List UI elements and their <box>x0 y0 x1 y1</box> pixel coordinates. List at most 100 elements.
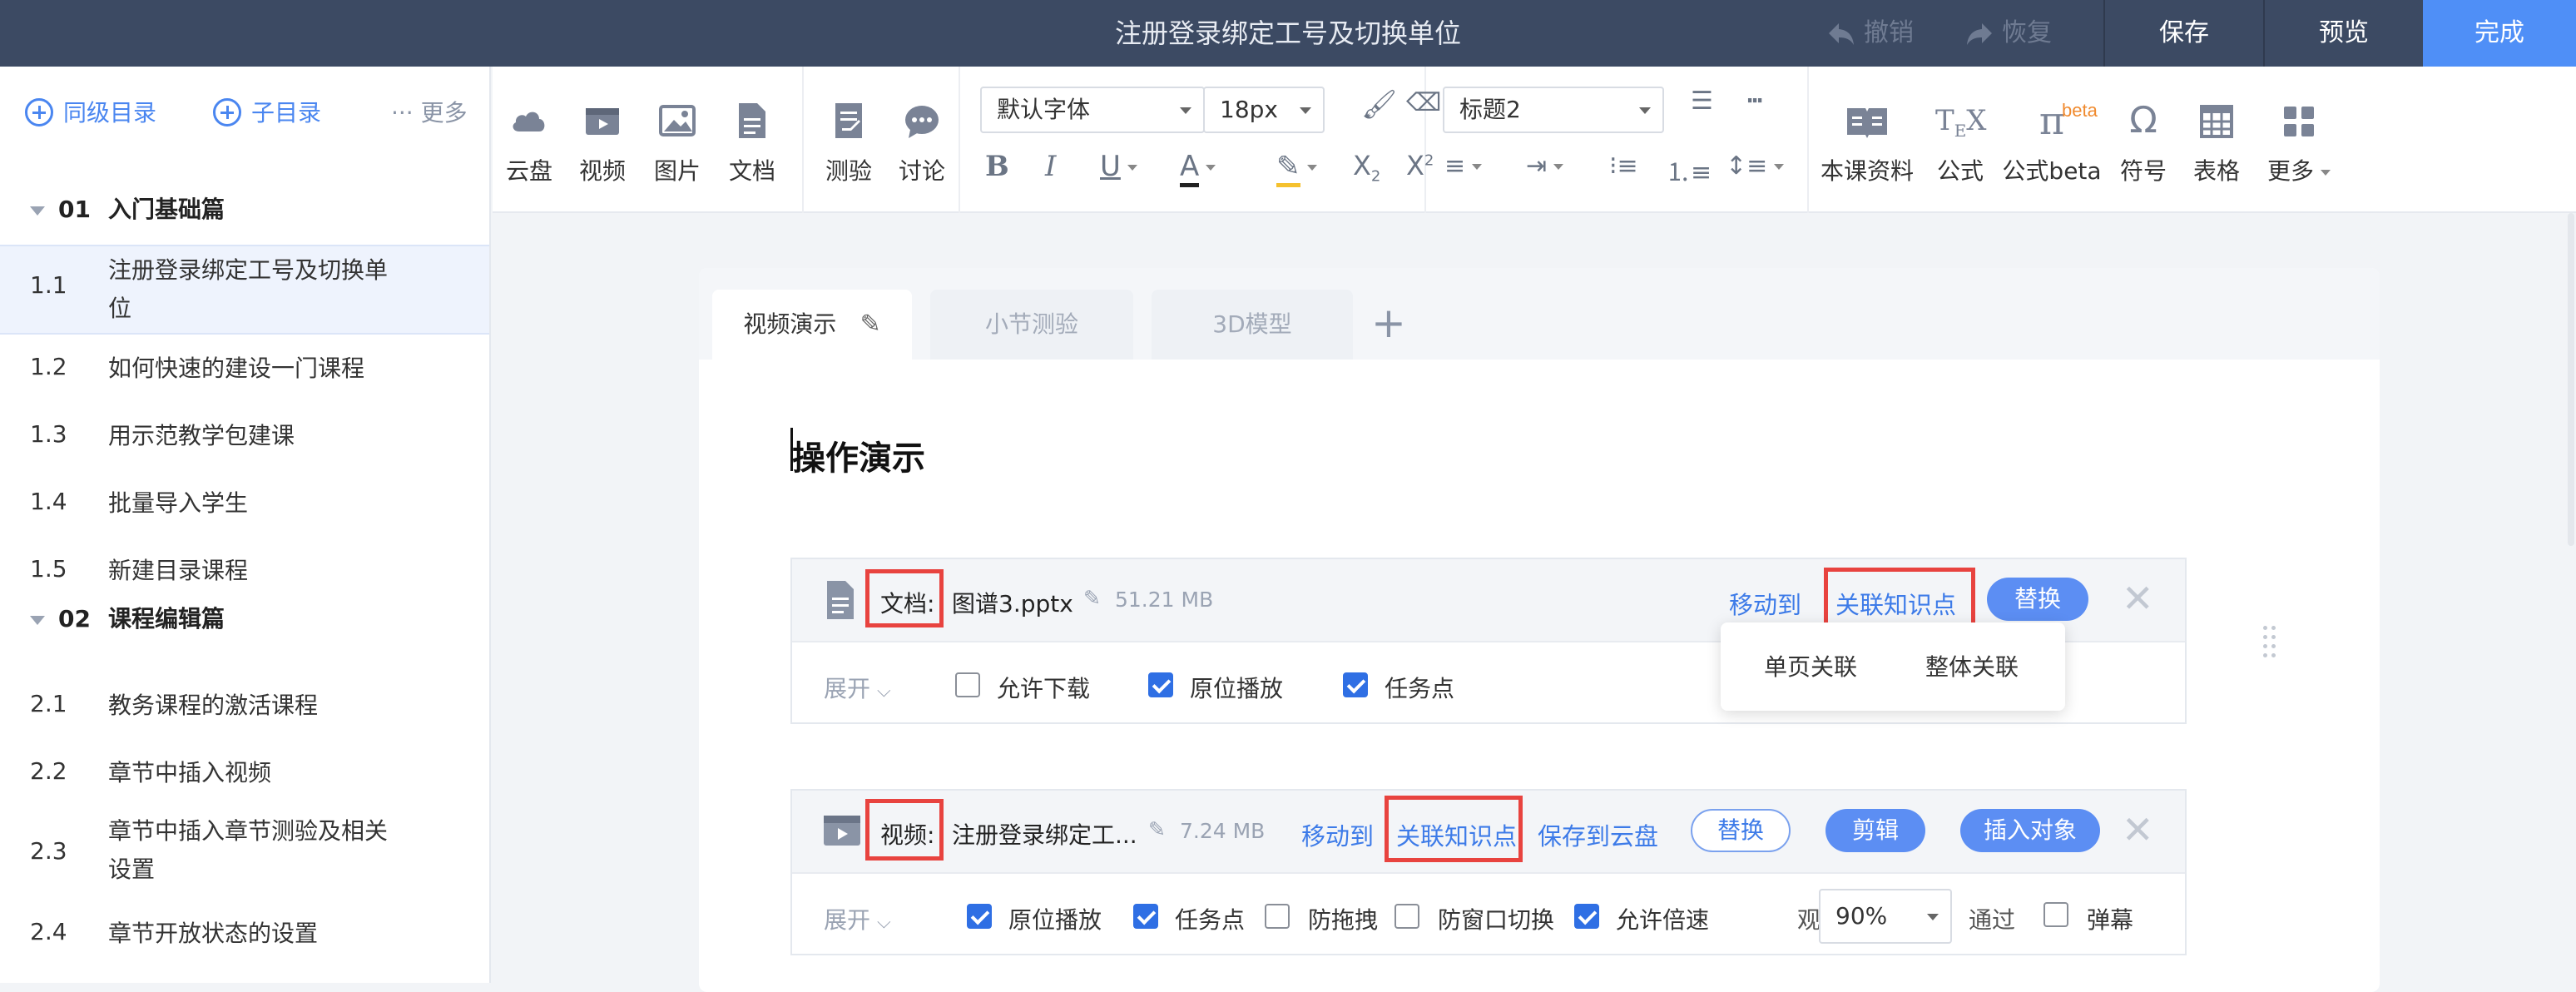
formula-button[interactable]: TEX 公式 <box>1935 100 1987 186</box>
anti-window-switch-checkbox[interactable] <box>1395 904 1419 929</box>
bold-icon[interactable]: B <box>985 150 1009 183</box>
bullet-list-icon[interactable]: ⁝≡ <box>1609 151 1638 181</box>
video-link-knowledge-point[interactable]: 关联知识点 <box>1396 817 1517 852</box>
section-02[interactable]: 02 课程编辑篇 <box>0 594 489 644</box>
plus-circle-icon <box>213 98 241 126</box>
font-size-select[interactable]: 18px <box>1203 87 1325 133</box>
video-button[interactable]: 视频 <box>577 100 627 186</box>
indent-icon[interactable]: ⇥ <box>1526 151 1564 181</box>
doc-button[interactable]: 文档 <box>727 100 777 186</box>
discuss-button[interactable]: 讨论 <box>897 100 947 186</box>
expand-label: 展开 <box>824 675 871 702</box>
numbered-list-icon[interactable]: ⒈≡ <box>1666 151 1712 188</box>
rename-pencil-icon[interactable]: ✎ <box>1148 817 1166 841</box>
page-scrollbar[interactable] <box>2568 213 2574 546</box>
insert-object-button[interactable]: 插入对象 <box>1960 809 2100 852</box>
chevron-down-icon <box>1127 165 1137 171</box>
plus-circle-icon <box>25 98 53 126</box>
add-child-label: 子目录 <box>251 99 322 126</box>
font-family-select[interactable]: 默认字体 <box>980 87 1205 133</box>
symbol-button[interactable]: Ω 符号 <box>2118 100 2168 186</box>
anti-drag-checkbox[interactable] <box>1265 904 1290 929</box>
inplace-play-checkbox[interactable] <box>1148 672 1173 697</box>
watch-percent-select[interactable]: 90% <box>1819 889 1952 944</box>
formula-label: 公式 <box>1936 157 1984 185</box>
sidebar-item-1-4[interactable]: 1.4 批量导入学生 <box>0 484 489 526</box>
table-button[interactable]: 表格 <box>2192 100 2242 186</box>
sidebar-item-2-2[interactable]: 2.2 章节中插入视频 <box>0 754 489 796</box>
save-to-cloud-link[interactable]: 保存到云盘 <box>1538 817 1658 852</box>
divider-icon[interactable]: ┅ <box>1747 87 1762 116</box>
course-materials-button[interactable]: 本课资料 <box>1819 100 1915 186</box>
allow-speed-checkbox[interactable] <box>1574 904 1599 929</box>
whole-link-option[interactable]: 整体关联 <box>1925 649 2019 682</box>
redo-button[interactable]: 恢复 <box>1965 0 2052 67</box>
add-tab-icon[interactable]: + <box>1371 300 1406 346</box>
underline-icon[interactable]: U <box>1100 150 1137 183</box>
task-point-checkbox[interactable] <box>1343 672 1368 697</box>
doc-replace-button[interactable]: 替换 <box>1987 578 2088 621</box>
rename-pencil-icon[interactable]: ✎ <box>1083 586 1101 610</box>
tab-section-quiz[interactable]: 小节测验 <box>930 290 1133 360</box>
sidebar-item-1-5[interactable]: 1.5 新建目录课程 <box>0 552 489 593</box>
more-tools-button[interactable]: 更多 <box>2261 100 2336 186</box>
video-move-to-link[interactable]: 移动到 <box>1301 817 1374 852</box>
add-child-dir-button[interactable]: 子目录 <box>213 97 321 130</box>
save-button[interactable]: 保存 <box>2103 0 2263 67</box>
sidebar-item-1-3[interactable]: 1.3 用示范教学包建课 <box>0 417 489 459</box>
doc-expand-toggle[interactable]: 展开 ⌵ <box>824 671 891 704</box>
font-color-icon[interactable]: A <box>1180 150 1216 187</box>
chevron-down-icon <box>1553 164 1564 170</box>
align-icon[interactable]: ≡ <box>1444 151 1483 181</box>
chevron-down-icon <box>1180 107 1191 114</box>
collapse-triangle-icon[interactable] <box>30 616 45 625</box>
done-button[interactable]: 完成 <box>2423 0 2576 67</box>
video-edit-button[interactable]: 剪辑 <box>1825 809 1925 852</box>
sidebar-more-button[interactable]: ··· 更多 <box>391 97 468 130</box>
edit-pencil-icon[interactable]: ✎ <box>859 310 880 339</box>
single-page-link-option[interactable]: 单页关联 <box>1764 649 1857 682</box>
anti-window-switch-label: 防窗口切换 <box>1438 906 1555 934</box>
image-button[interactable]: 图片 <box>652 100 702 186</box>
video-expand-toggle[interactable]: 展开 ⌵ <box>824 902 891 935</box>
doc-close-icon[interactable]: ✕ <box>2122 578 2154 619</box>
format-painter-icon[interactable]: 🖌 <box>1361 88 1397 122</box>
drag-handle-icon[interactable] <box>2263 626 2280 657</box>
formula-beta-button[interactable]: π beta 公式beta <box>2000 100 2103 186</box>
video-close-icon[interactable]: ✕ <box>2122 809 2154 851</box>
sidebar-item-2-4[interactable]: 2.4 章节开放状态的设置 <box>0 915 489 956</box>
redo-icon <box>1967 22 1992 45</box>
italic-icon[interactable]: I <box>1045 150 1056 183</box>
preview-button[interactable]: 预览 <box>2263 0 2423 67</box>
sidebar-item-1-1[interactable]: 1.1 注册登录绑定工号及切换单位 <box>0 245 489 335</box>
allow-download-checkbox[interactable] <box>955 672 980 697</box>
undo-button[interactable]: 撤销 <box>1827 0 1914 67</box>
tab-video-demo[interactable]: 视频演示 ✎ <box>712 290 912 360</box>
video-inplace-play-label: 原位播放 <box>1008 906 1102 934</box>
heading-select[interactable]: 标题2 <box>1443 87 1664 133</box>
tab-label: 小节测验 <box>984 310 1078 338</box>
danmaku-checkbox[interactable] <box>2043 902 2068 927</box>
subscript-icon[interactable]: X2 <box>1353 150 1380 185</box>
tab-3d-model[interactable]: 3D模型 <box>1152 290 1353 360</box>
collapse-triangle-icon[interactable] <box>30 206 45 216</box>
add-sibling-dir-button[interactable]: 同级目录 <box>25 97 156 130</box>
section-01[interactable]: 01 入门基础篇 <box>0 185 489 235</box>
undo-icon <box>1829 22 1854 45</box>
video-replace-button[interactable]: 替换 <box>1691 809 1791 852</box>
line-height-icon[interactable]: ↕≡ <box>1726 151 1785 181</box>
video-inplace-play-checkbox[interactable] <box>967 904 992 929</box>
doc-move-to-link[interactable]: 移动到 <box>1729 586 1801 621</box>
paragraph-spacing-icon[interactable]: ☰ <box>1691 87 1713 116</box>
item-num: 1.5 <box>30 555 67 583</box>
sidebar-item-2-1[interactable]: 2.1 教务课程的激活课程 <box>0 687 489 728</box>
sidebar-item-1-2[interactable]: 1.2 如何快速的建设一门课程 <box>0 350 489 391</box>
quiz-button[interactable]: 测验 <box>824 100 874 186</box>
highlight-icon[interactable]: ✎ <box>1276 150 1317 187</box>
doc-link-knowledge-point[interactable]: 关联知识点 <box>1835 586 1956 621</box>
cloud-button[interactable]: 云盘 <box>504 100 554 186</box>
sidebar-item-2-3[interactable]: 2.3 章节中插入章节测验及相关设置 <box>0 812 489 895</box>
chevron-down-icon <box>1927 914 1939 920</box>
video-task-point-checkbox[interactable] <box>1133 904 1158 929</box>
task-point-label: 任务点 <box>1385 675 1455 702</box>
